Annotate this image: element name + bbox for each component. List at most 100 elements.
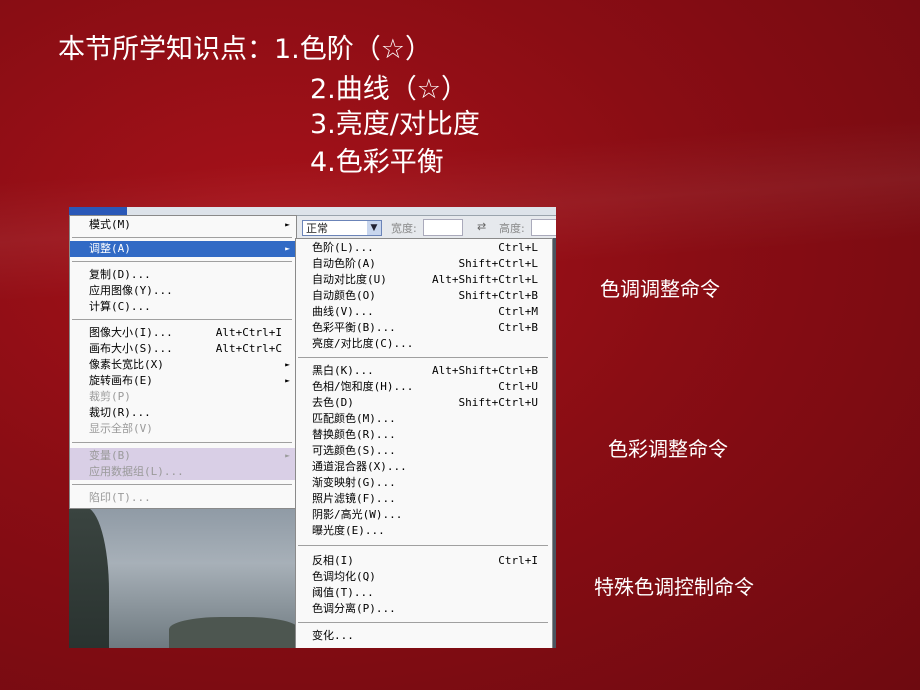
menu-item-photo-filter[interactable]: 照片滤镜(F)... [296, 491, 552, 507]
menu-item-gradient-map[interactable]: 渐变映射(G)... [296, 475, 552, 491]
canvas-hills [169, 617, 299, 648]
menu-item-image-size[interactable]: 图像大小(I)... Alt+Ctrl+I [70, 325, 296, 341]
heading-line-1: 本节所学知识点：1.色阶（☆） [58, 34, 432, 65]
heading-line-3: 3.亮度/对比度 [310, 109, 480, 140]
menu-item-shortcut: Ctrl+L [498, 241, 538, 254]
submenu-arrow-icon: ► [285, 220, 290, 229]
menu-item-mode[interactable]: 模式(M) ► [70, 217, 296, 233]
menu-item-canvas-size[interactable]: 画布大小(S)... Alt+Ctrl+C [70, 341, 296, 357]
menu-separator [72, 442, 292, 443]
menu-item-label: 调整(A) [89, 242, 131, 255]
label-color-commands: 色彩调整命令 [608, 437, 728, 461]
submenu-arrow-icon: ► [285, 376, 290, 385]
menu-item-replace-color[interactable]: 替换颜色(R)... [296, 427, 552, 443]
menu-item-label: 像素长宽比(X) [89, 358, 164, 371]
menu-separator [72, 261, 292, 262]
menu-item-label: 陷印(T)... [89, 491, 151, 504]
menu-item-threshold[interactable]: 阈值(T)... [296, 585, 552, 601]
menu-item-label: 阴影/高光(W)... [312, 508, 403, 521]
menu-item-auto-color[interactable]: 自动颜色(O) Shift+Ctrl+B [296, 288, 552, 304]
menu-item-label: 复制(D)... [89, 268, 151, 281]
width-input[interactable] [423, 219, 463, 236]
menu-item-shortcut: Shift+Ctrl+U [458, 396, 538, 409]
menu-item-equalize[interactable]: 色调均化(Q) [296, 569, 552, 585]
menu-item-label: 裁切(R)... [89, 406, 151, 419]
menu-bar-image-selected[interactable] [69, 207, 127, 215]
height-input[interactable] [531, 219, 556, 236]
menu-item-shortcut: Alt+Shift+Ctrl+B [432, 364, 538, 377]
menu-item-label: 自动色阶(A) [312, 257, 376, 270]
menu-item-shortcut: Shift+Ctrl+L [458, 257, 538, 270]
mode-select-value: 正常 [306, 222, 328, 235]
menu-item-color-balance[interactable]: 色彩平衡(B)... Ctrl+B [296, 320, 552, 336]
menu-item-label: 反相(I) [312, 554, 354, 567]
menu-item-shortcut: Ctrl+M [498, 305, 538, 318]
menu-separator [72, 484, 292, 485]
menu-item-posterize[interactable]: 色调分离(P)... [296, 601, 552, 617]
menu-item-black-white[interactable]: 黑白(K)... Alt+Shift+Ctrl+B [296, 363, 552, 379]
menu-item-label: 可选颜色(S)... [312, 444, 396, 457]
menu-item-label: 色调分离(P)... [312, 602, 396, 615]
menu-item-desaturate[interactable]: 去色(D) Shift+Ctrl+U [296, 395, 552, 411]
menu-item-label: 显示全部(V) [89, 422, 153, 435]
menu-item-trap: 陷印(T)... [70, 490, 296, 506]
heading-line-2: 2.曲线（☆） [310, 74, 468, 105]
menu-item-label: 自动颜色(O) [312, 289, 376, 302]
menu-item-label: 通道混合器(X)... [312, 460, 407, 473]
menu-item-auto-contrast[interactable]: 自动对比度(U) Alt+Shift+Ctrl+L [296, 272, 552, 288]
chevron-down-icon[interactable]: ▼ [367, 221, 381, 235]
swap-icon[interactable]: ⇄ [477, 220, 486, 233]
menu-item-trim[interactable]: 裁切(R)... [70, 405, 296, 421]
photoshop-screenshot: 正常 ▼ 宽度: ⇄ 高度: 模式(M) ► 调整(A) ► 复制(D)... 应用… [69, 207, 556, 648]
menu-item-label: 匹配颜色(M)... [312, 412, 396, 425]
menu-item-selective-color[interactable]: 可选颜色(S)... [296, 443, 552, 459]
menu-item-variations[interactable]: 变化... [296, 628, 552, 644]
menu-separator [298, 357, 548, 358]
menu-item-crop: 裁剪(P) [70, 389, 296, 405]
menu-item-invert[interactable]: 反相(I) Ctrl+I [296, 553, 552, 569]
options-bar: 正常 ▼ 宽度: ⇄ 高度: [295, 216, 556, 238]
mode-select[interactable]: 正常 ▼ [302, 220, 382, 236]
menu-item-adjust[interactable]: 调整(A) ► [70, 241, 296, 257]
menu-item-match-color[interactable]: 匹配颜色(M)... [296, 411, 552, 427]
menu-item-curves[interactable]: 曲线(V)... Ctrl+M [296, 304, 552, 320]
menu-item-apply-image[interactable]: 应用图像(Y)... [70, 283, 296, 299]
label-special-commands: 特殊色调控制命令 [594, 575, 754, 599]
menu-item-label: 替换颜色(R)... [312, 428, 396, 441]
menu-item-hue-saturation[interactable]: 色相/饱和度(H)... Ctrl+U [296, 379, 552, 395]
menu-item-label: 色阶(L)... [312, 241, 374, 254]
menu-item-label: 去色(D) [312, 396, 354, 409]
menu-separator [72, 319, 292, 320]
menu-item-label: 曝光度(E)... [312, 524, 385, 537]
menu-item-label: 画布大小(S)... [89, 342, 173, 355]
menu-item-shortcut: Alt+Ctrl+I [215, 326, 282, 339]
menu-item-brightness-contrast[interactable]: 亮度/对比度(C)... [296, 336, 552, 352]
menu-item-label: 色彩平衡(B)... [312, 321, 396, 334]
menu-item-reveal-all: 显示全部(V) [70, 421, 296, 437]
menu-item-levels[interactable]: 色阶(L)... Ctrl+L [296, 240, 552, 256]
menu-item-label: 色相/饱和度(H)... [312, 380, 414, 393]
menu-item-calculations[interactable]: 计算(C)... [70, 299, 296, 315]
label-tone-commands: 色调调整命令 [600, 277, 720, 301]
menu-item-exposure[interactable]: 曝光度(E)... [296, 523, 552, 539]
menu-item-label: 亮度/对比度(C)... [312, 337, 414, 350]
menu-item-pixel-aspect[interactable]: 像素长宽比(X) ► [70, 357, 296, 373]
menu-item-channel-mixer[interactable]: 通道混合器(X)... [296, 459, 552, 475]
menu-item-auto-levels[interactable]: 自动色阶(A) Shift+Ctrl+L [296, 256, 552, 272]
menu-item-label: 阈值(T)... [312, 586, 374, 599]
menu-separator [298, 545, 548, 546]
menu-item-label: 渐变映射(G)... [312, 476, 396, 489]
menu-item-label: 黑白(K)... [312, 364, 374, 377]
menu-item-rotate-canvas[interactable]: 旋转画布(E) ► [70, 373, 296, 389]
menu-item-label: 照片滤镜(F)... [312, 492, 396, 505]
menu-item-label: 应用图像(Y)... [89, 284, 173, 297]
submenu-arrow-icon: ► [285, 360, 290, 369]
adjust-submenu: 色阶(L)... Ctrl+L 自动色阶(A) Shift+Ctrl+L 自动对比度… [295, 238, 553, 648]
menu-item-label: 模式(M) [89, 218, 131, 231]
menu-item-label: 变化... [312, 629, 354, 642]
menu-item-label: 色调均化(Q) [312, 570, 376, 583]
menu-item-label: 变量(B) [89, 449, 131, 462]
menu-item-label: 图像大小(I)... [89, 326, 173, 339]
menu-item-duplicate[interactable]: 复制(D)... [70, 267, 296, 283]
menu-item-shadow-highlight[interactable]: 阴影/高光(W)... [296, 507, 552, 523]
